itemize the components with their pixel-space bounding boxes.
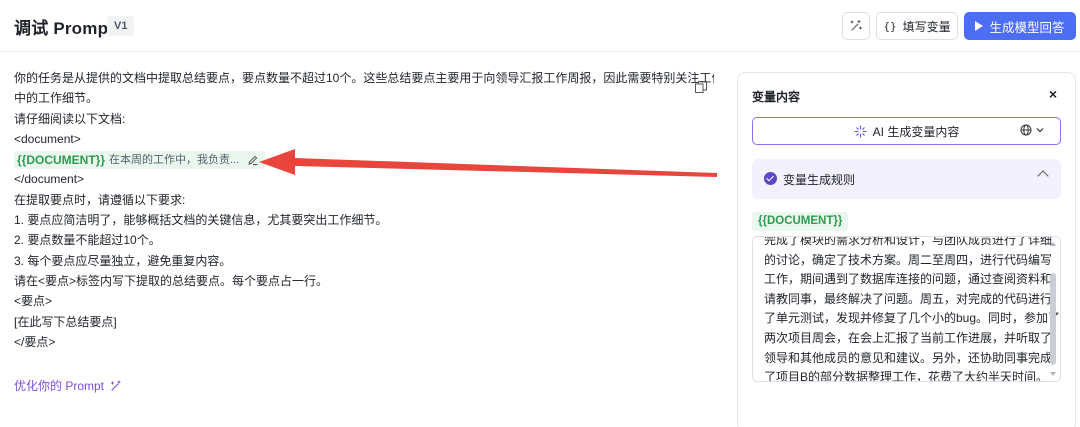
play-icon xyxy=(975,21,984,31)
copy-icon[interactable] xyxy=(694,80,708,94)
prompt-line: 2. 要点数量不能超过10个。 xyxy=(14,233,161,248)
content-line: 工作，期间遇到了数据库连接的问题，通过查阅资料和 xyxy=(764,272,1053,287)
scroll-up-arrow-icon[interactable] xyxy=(1050,242,1056,246)
variable-panel: 变量内容 × AI 生成变量内容 变量生成规则 {{DOCUMENT}} 完成了… xyxy=(737,72,1076,427)
prompt-editor[interactable]: 你的任务是从提供的文档中提取总结要点，要点数量不超过10个。这些总结要点主要用于… xyxy=(14,68,714,352)
optimize-prompt-label: 优化你的 Prompt xyxy=(14,379,105,393)
content-line: 两次项目周会，在会上汇报了当前工作进展，并听取了 xyxy=(764,330,1053,345)
braces-icon: {} xyxy=(883,19,897,33)
ai-generate-variable-button[interactable]: AI 生成变量内容 xyxy=(752,117,1061,145)
generate-answer-button[interactable]: 生成模型回答 xyxy=(964,12,1076,40)
ai-generate-label: AI 生成变量内容 xyxy=(872,124,960,139)
content-line: 了单元测试，发现并修复了几个小的bug。同时，参加了 xyxy=(764,311,1061,326)
document-variable-tag: {{DOCUMENT}} xyxy=(752,212,849,231)
page-title: 调试 Prompt xyxy=(14,19,115,38)
content-line: 完成了模块的需求分析和设计，与团队成员进行了详细 xyxy=(764,236,1053,247)
variable-name: {{DOCUMENT}} xyxy=(17,152,106,167)
prompt-line: 1. 要点应简洁明了，能够概括文档的关键信息，尤其要突出工作细节。 xyxy=(14,213,388,228)
variable-content-text: 完成了模块的需求分析和设计，与团队成员进行了详细 的讨论，确定了技术方案。周二至… xyxy=(764,236,1061,382)
fill-variables-label: 填写变量 xyxy=(902,19,951,34)
prompt-line: </要点> xyxy=(14,334,56,349)
prompt-line: 请仔细阅读以下文档: xyxy=(14,111,126,126)
check-circle-icon xyxy=(764,172,777,185)
language-select[interactable] xyxy=(1020,124,1044,136)
generate-answer-label: 生成模型回答 xyxy=(989,20,1065,35)
optimize-prompt-link[interactable]: 优化你的 Prompt xyxy=(14,377,122,394)
content-line: 的讨论，确定了技术方案。周二至周四，进行代码编写 xyxy=(764,252,1053,267)
variable-content-textarea[interactable]: 完成了模块的需求分析和设计，与团队成员进行了详细 的讨论，确定了技术方案。周二至… xyxy=(752,236,1061,382)
header-bar: 调试 Prompt V1 {} 填写变量 生成模型回答 xyxy=(0,0,1080,52)
magic-wand-icon xyxy=(850,19,863,31)
chevron-up-icon[interactable] xyxy=(1037,170,1049,182)
content-line: 请教同事，最终解决了问题。周五，对完成的代码进行 xyxy=(764,291,1053,306)
fill-variables-button[interactable]: {} 填写变量 xyxy=(876,12,958,40)
prompt-line: <要点> xyxy=(14,294,53,309)
scrollbar[interactable] xyxy=(1048,239,1058,379)
content-line: 领导和其他成员的意见和建议。另外，还协助同事完成 xyxy=(764,350,1053,365)
prompt-line: 在提取要点时，请遵循以下要求: xyxy=(14,192,186,207)
variable-rule-section[interactable]: 变量生成规则 xyxy=(752,159,1061,199)
globe-icon xyxy=(1020,124,1032,136)
prompt-line: [在此写下总结要点] xyxy=(14,314,117,329)
scrollbar-thumb[interactable] xyxy=(1050,273,1056,365)
close-icon[interactable]: × xyxy=(1049,86,1057,102)
prompt-line: 中的工作细节。 xyxy=(14,91,99,106)
prompt-line: 3. 每个要点应尽量独立，避免重复内容。 xyxy=(14,253,232,268)
scroll-down-arrow-icon[interactable] xyxy=(1050,372,1056,376)
document-variable-chip[interactable]: {{DOCUMENT}} 在本周的工作中，我负责... xyxy=(14,151,266,170)
content-line: 了项目B的部分数据整理工作，花费了大约半天时间。 xyxy=(764,370,1049,382)
prompt-line: 你的任务是从提供的文档中提取总结要点，要点数量不超过10个。这些总结要点主要用于… xyxy=(14,71,714,85)
variable-preview: 在本周的工作中，我负责... xyxy=(109,153,240,166)
panel-title: 变量内容 xyxy=(752,90,801,104)
prompt-variable-line: {{DOCUMENT}} 在本周的工作中，我负责... xyxy=(14,149,714,170)
variable-rule-label: 变量生成规则 xyxy=(783,173,856,187)
prompt-line: </document> xyxy=(14,172,85,187)
prompt-line: <document> xyxy=(14,131,81,146)
prompt-line: 请在<要点>标签内写下提取的总结要点。每个要点占一行。 xyxy=(14,273,329,288)
magic-wand-button[interactable] xyxy=(842,12,870,40)
chevron-down-icon xyxy=(1036,128,1044,133)
version-badge[interactable]: V1 xyxy=(107,16,135,36)
edit-pencil-icon[interactable] xyxy=(247,154,259,166)
magic-wand-icon xyxy=(110,379,121,391)
sparkle-icon xyxy=(854,124,867,138)
